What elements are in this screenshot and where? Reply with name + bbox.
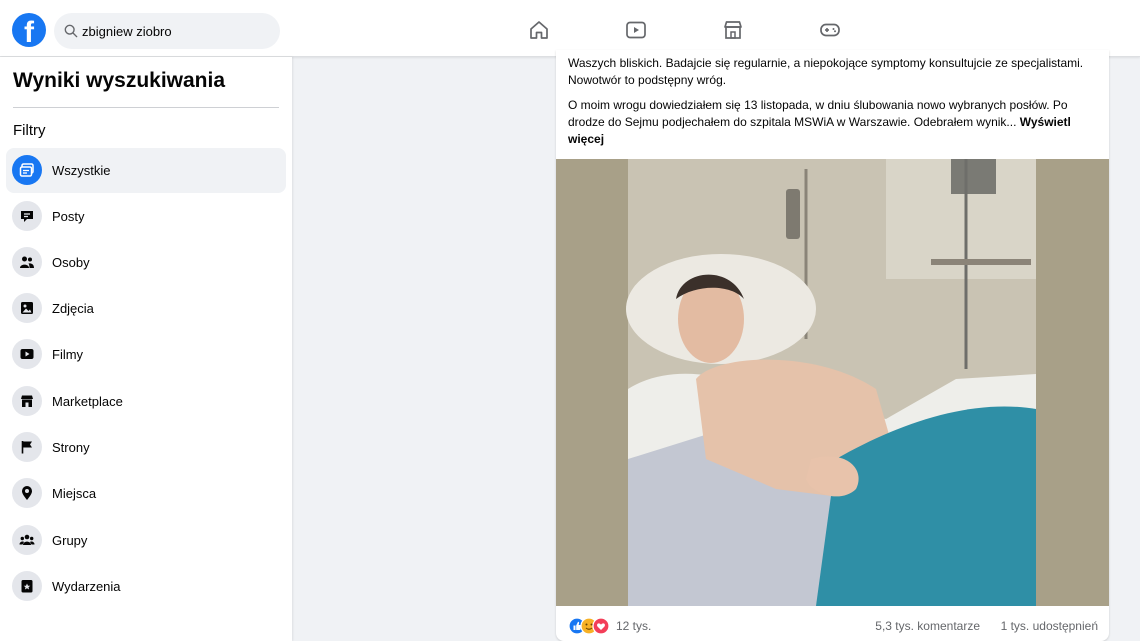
sidebar-item-label: Grupy [52, 533, 88, 548]
sidebar-item-label: Wydarzenia [52, 579, 121, 594]
search-filters-sidebar: Wyniki wyszukiwania Filtry Wszystkie Pos… [0, 57, 292, 641]
sidebar-divider [13, 107, 279, 108]
post-text-paragraph: Waszych bliskich. Badajcie się regularni… [568, 56, 1084, 87]
sidebar-item-label: Miejsca [52, 486, 97, 501]
pages-flag-icon [12, 432, 42, 462]
gaming-icon[interactable] [818, 18, 842, 42]
sidebar-item-photos[interactable]: Zdjęcia [6, 286, 286, 331]
facebook-logo[interactable]: f [12, 13, 46, 47]
sidebar-item-label: Osoby [52, 255, 90, 270]
places-pin-icon [12, 478, 42, 508]
comments-count-link[interactable]: 5,3 tys. komentarze [875, 619, 980, 633]
sidebar-item-label: Marketplace [52, 394, 123, 409]
sidebar-item-places[interactable]: Miejsca [6, 471, 286, 516]
posts-icon [12, 201, 42, 231]
groups-icon [12, 525, 42, 555]
sidebar-item-label: Strony [52, 440, 90, 455]
sidebar-item-posts[interactable]: Posty [6, 194, 286, 239]
sidebar-item-marketplace[interactable]: Marketplace [6, 379, 286, 424]
sidebar-item-events[interactable]: Wydarzenia [6, 564, 286, 609]
marketplace-icon [12, 386, 42, 416]
sidebar-item-label: Filmy [52, 347, 84, 362]
sidebar-item-label: Wszystkie [52, 163, 111, 178]
events-icon [12, 571, 42, 601]
sidebar-item-groups[interactable]: Grupy [6, 518, 286, 563]
reaction-icons[interactable] [568, 617, 612, 635]
reactions-count[interactable]: 12 tys. [616, 619, 651, 633]
sidebar-item-label: Zdjęcia [52, 301, 94, 316]
post-text-paragraph: O moim wrogu dowiedziałem się 13 listopa… [568, 97, 1098, 148]
sidebar-item-people[interactable]: Osoby [6, 240, 286, 285]
all-results-icon [12, 155, 42, 185]
sidebar-title: Wyniki wyszukiwania [13, 69, 226, 92]
videos-icon [12, 339, 42, 369]
search-input[interactable] [82, 13, 272, 49]
post-card: Waszych bliskich. Badajcie się regularni… [556, 50, 1109, 641]
hospital-photo-illustration [556, 159, 1109, 606]
sidebar-item-videos[interactable]: Filmy [6, 332, 286, 377]
marketplace-icon[interactable] [721, 18, 745, 42]
people-icon [12, 247, 42, 277]
home-icon[interactable] [527, 18, 551, 42]
search-box[interactable] [54, 13, 280, 49]
filters-heading: Filtry [13, 122, 46, 139]
video-icon[interactable] [624, 18, 648, 42]
post-text-continued: O moim wrogu dowiedziałem się 13 listopa… [568, 98, 1068, 129]
shares-count-link[interactable]: 1 tys. udostępnień [1001, 619, 1098, 633]
post-stats-bar: 12 tys. 5,3 tys. komentarze 1 tys. udost… [568, 615, 1098, 637]
top-navigation-bar: f [0, 0, 1140, 57]
sidebar-item-pages[interactable]: Strony [6, 425, 286, 470]
sidebar-item-label: Posty [52, 209, 85, 224]
search-icon [64, 24, 78, 38]
sidebar-item-all[interactable]: Wszystkie [6, 148, 286, 193]
post-photo[interactable] [556, 159, 1109, 606]
photos-icon [12, 293, 42, 323]
